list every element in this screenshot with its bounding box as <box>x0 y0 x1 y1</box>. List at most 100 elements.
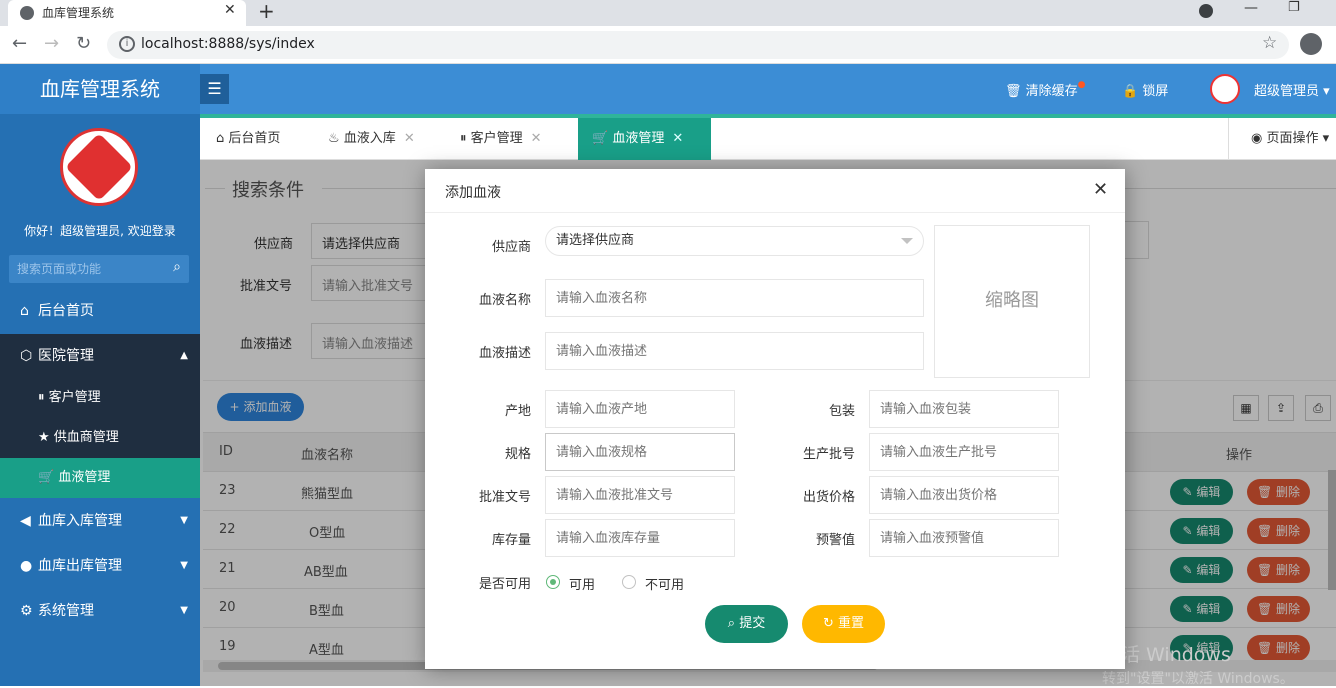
user-avatar[interactable] <box>1210 74 1240 104</box>
name-label: 血液名称 <box>478 293 531 308</box>
cart-icon: 🛒 <box>38 470 55 485</box>
home-icon: ⌂ <box>20 303 29 319</box>
origin-input[interactable] <box>545 390 735 428</box>
maximize-button[interactable]: ❐ <box>1288 0 1300 15</box>
close-icon[interactable]: ✕ <box>404 131 415 146</box>
dialog-header: 添加血液 ✕ <box>425 169 1125 213</box>
back-icon[interactable]: ← <box>12 33 27 54</box>
spec-label: 规格 <box>504 447 531 462</box>
globe-icon <box>20 6 34 20</box>
tab-home[interactable]: ⌂ 后台首页 <box>202 118 294 160</box>
sidebar-avatar <box>60 128 138 206</box>
url-text: localhost:8888/sys/index <box>141 36 315 52</box>
approval-input[interactable] <box>545 476 735 514</box>
welcome-text: 你好！超级管理员, 欢迎登录 <box>24 224 176 238</box>
supplier-select[interactable]: 请选择供应商 <box>545 226 924 256</box>
info-icon[interactable]: i <box>119 36 135 52</box>
radio-unavailable-label: 不可用 <box>645 578 685 593</box>
pause-circle-icon: ⏸ <box>38 390 45 405</box>
sidebar-item-home[interactable]: ⌂ 后台首页 <box>0 289 200 333</box>
sidebar-search-input[interactable] <box>9 255 159 283</box>
sidebar-item-hospital[interactable]: ⬡ 医院管理 ▲ <box>0 334 200 378</box>
browser-tab-title: 血库管理系统 <box>42 6 115 20</box>
batch-input[interactable] <box>869 433 1059 471</box>
notification-dot: ● <box>1077 80 1086 90</box>
minimize-button[interactable]: — <box>1244 0 1258 16</box>
close-tab-icon[interactable]: ✕ <box>224 2 236 18</box>
reset-button[interactable]: ↻ 重置 <box>802 605 885 643</box>
spec-input[interactable] <box>545 433 735 471</box>
stock-input[interactable] <box>545 519 735 557</box>
lock-label: 锁屏 <box>1142 84 1169 99</box>
sidebar-item-customers[interactable]: ⏸ 客户管理 <box>0 378 200 418</box>
radio-unavailable[interactable] <box>622 575 636 589</box>
chevron-down-icon: ▼ <box>180 515 188 526</box>
sidebar-item-outbound[interactable]: ● 血库出库管理 ▼ <box>0 544 200 588</box>
app-logo: 血库管理系统 <box>0 64 200 114</box>
close-icon[interactable]: ✕ <box>672 131 683 146</box>
chevron-down-icon <box>901 238 913 244</box>
bookmark-star-icon[interactable]: ☆ <box>1262 33 1277 53</box>
lock-button[interactable]: 🔒 锁屏 <box>1122 80 1168 99</box>
trash-icon: 🗑 <box>1005 84 1022 99</box>
account-icon[interactable] <box>1300 33 1322 55</box>
search-icon[interactable]: ⌕ <box>173 259 181 275</box>
warn-input[interactable] <box>869 519 1059 557</box>
sidebar-item-inbound[interactable]: ◀ 血库入库管理 ▼ <box>0 499 200 543</box>
new-tab-button[interactable]: + <box>258 0 275 23</box>
tab-search-icon[interactable] <box>1199 4 1213 18</box>
approval-label: 批准文号 <box>478 490 531 505</box>
medical-cross-icon <box>65 133 133 201</box>
fire-icon: ♨ <box>328 131 340 146</box>
sidebar-item-system[interactable]: ⚙ 系统管理 ▼ <box>0 589 200 633</box>
chevron-down-icon: ▼ <box>180 560 188 571</box>
url-field[interactable]: i localhost:8888/sys/index ☆ <box>107 31 1289 59</box>
forward-icon[interactable]: → <box>44 33 59 54</box>
sidebar-search[interactable]: ⌕ <box>9 255 189 283</box>
user-name: 超级管理员 <box>1254 84 1320 99</box>
pause-circle-icon: ⏸ <box>460 131 467 146</box>
sidebar-item-blood[interactable]: 🛒 血液管理 <box>0 458 200 498</box>
chat-icon: ● <box>20 558 33 574</box>
dialog-title: 添加血液 <box>445 185 501 201</box>
sidebar-item-suppliers[interactable]: ★ 供血商管理 <box>0 418 200 458</box>
pack-input[interactable] <box>869 390 1059 428</box>
pack-label: 包装 <box>828 404 855 419</box>
home-icon: ⌂ <box>216 131 225 146</box>
cube-icon: ⬡ <box>20 348 33 364</box>
thumbnail-placeholder[interactable]: 缩略图 <box>934 225 1090 378</box>
submit-button[interactable]: ⌕ 提交 <box>705 605 788 643</box>
browser-tab[interactable]: 血库管理系统 ✕ <box>8 0 246 26</box>
clear-cache-label: 清除缓存 <box>1025 84 1078 99</box>
price-input[interactable] <box>869 476 1059 514</box>
add-blood-dialog: 添加血液 ✕ 供应商 请选择供应商 缩略图 血液名称 血液描述 产地 包装 规格… <box>425 169 1125 669</box>
clear-cache-button[interactable]: 🗑 清除缓存● <box>1005 80 1086 99</box>
price-label: 出货价格 <box>802 490 855 505</box>
star-icon: ★ <box>38 430 50 445</box>
warn-label: 预警值 <box>815 533 855 548</box>
tab-customers[interactable]: ⏸ 客户管理 ✕ <box>446 118 556 160</box>
search-icon: ⌕ <box>727 616 736 631</box>
windows-watermark-sub: 转到"设置"以激活 Windows。 <box>1102 671 1294 687</box>
batch-label: 生产批号 <box>802 447 855 462</box>
close-icon[interactable]: ✕ <box>1093 179 1108 200</box>
page-ops-menu[interactable]: ◉ 页面操作 ▾ <box>1228 118 1336 160</box>
tab-blood-in[interactable]: ♨ 血液入库 ✕ <box>314 118 429 160</box>
desc-input[interactable] <box>545 332 924 370</box>
gear-icon: ⚙ <box>20 603 33 619</box>
cart-icon: 🛒 <box>592 131 609 146</box>
available-label: 是否可用 <box>478 577 531 592</box>
radio-available[interactable] <box>546 575 560 589</box>
close-icon[interactable]: ✕ <box>531 131 542 146</box>
radio-dot-icon: ◉ <box>1251 131 1263 146</box>
reload-icon[interactable]: ↻ <box>76 33 91 54</box>
desc-label: 血液描述 <box>478 346 531 361</box>
tab-blood[interactable]: 🛒 血液管理 ✕ <box>578 118 711 160</box>
chevron-down-icon: ▼ <box>180 605 188 616</box>
menu-toggle-button[interactable]: ☰ <box>200 74 229 104</box>
user-menu[interactable]: 超级管理员 ▾ <box>1254 80 1330 99</box>
stock-label: 库存量 <box>491 533 531 548</box>
name-input[interactable] <box>545 279 924 317</box>
volume-icon: ◀ <box>20 513 31 529</box>
supplier-label: 供应商 <box>491 240 531 255</box>
